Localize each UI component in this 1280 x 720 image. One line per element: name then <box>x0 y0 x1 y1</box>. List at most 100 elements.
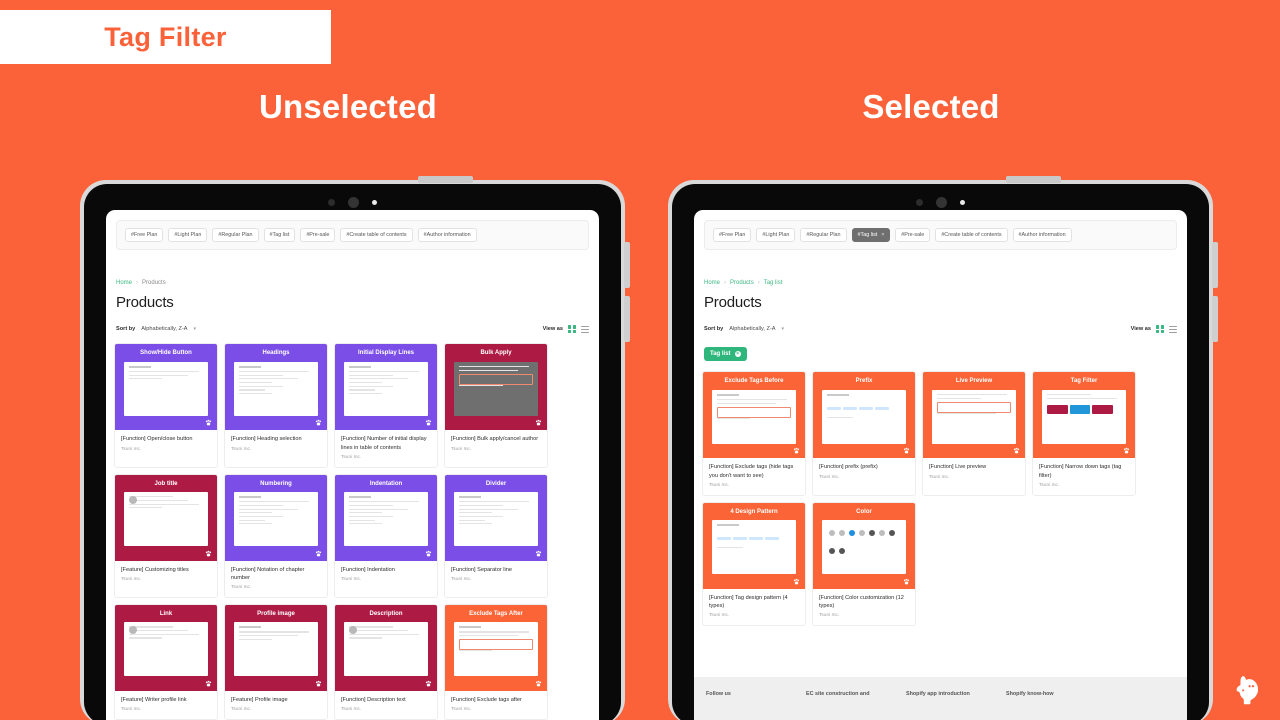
tag-pill[interactable]: #Regular Plan <box>212 228 259 243</box>
product-card[interactable]: Numbering [Function] Notation of chapter … <box>224 473 328 598</box>
tag-pill[interactable]: #Free Plan <box>713 228 752 243</box>
product-name[interactable]: [Function] Description text <box>341 696 431 704</box>
tag-pill[interactable]: #Pre-sale <box>895 228 931 243</box>
product-name[interactable]: [Function] Heading selection <box>231 435 321 443</box>
power-button[interactable] <box>418 176 473 183</box>
tag-pill[interactable]: #Light Plan <box>756 228 796 243</box>
volume-down-button[interactable] <box>624 296 630 342</box>
product-name[interactable]: [Function] Bulk apply/cancel author <box>451 435 541 443</box>
product-card[interactable]: Exclude Tags Before [Function] Exclude ta… <box>702 371 806 496</box>
power-button[interactable] <box>1006 176 1061 183</box>
footer-column-heading[interactable]: Shopify know-how <box>1006 691 1078 720</box>
product-card[interactable]: Live Preview [Function] Live preview Tsuni… <box>922 371 1026 496</box>
product-name[interactable]: [Function] Number of initial display lin… <box>341 435 431 451</box>
product-vendor: Tsuni Inc. <box>819 474 840 480</box>
tag-pill[interactable]: #Tag list <box>263 228 296 243</box>
breadcrumb-item[interactable]: Products <box>730 280 754 286</box>
close-icon[interactable]: × <box>881 232 884 238</box>
product-grid-selected: Exclude Tags Before [Function] Exclude ta… <box>702 371 1179 626</box>
product-thumbnail: Headings <box>225 344 327 431</box>
tag-pill[interactable]: #Light Plan <box>168 228 208 243</box>
product-name[interactable]: [Function] Separator line <box>451 566 541 574</box>
products-page-title: Products <box>704 294 762 312</box>
active-filter-chip-row: Tag list × <box>704 342 1177 362</box>
active-filter-chip-tag-list[interactable]: Tag list × <box>704 347 747 362</box>
product-name[interactable]: [Function] Exclude tags after <box>451 696 541 704</box>
product-card[interactable]: Prefix [Function] prefix (prefix) Tsuni In… <box>812 371 916 496</box>
product-card[interactable]: Show/Hide Button [Function] Open/close bu… <box>114 343 218 468</box>
tag-pill[interactable]: #Regular Plan <box>800 228 847 243</box>
grid-view-icon[interactable] <box>568 325 576 334</box>
tablet-device-selected: #Free Plan #Light Plan #Regular Plan #Tag l… <box>668 176 1218 720</box>
list-view-icon[interactable] <box>581 325 589 333</box>
product-card[interactable]: Headings [Function] Heading selection Tsun… <box>224 343 328 468</box>
product-name[interactable]: [Function] Narrow down tags (tag filter) <box>1039 463 1129 479</box>
sort-by-value[interactable]: Alphabetically, Z-A <box>141 326 187 332</box>
footer-column-heading[interactable]: Shopify app introduction <box>906 691 978 720</box>
product-card[interactable]: Divider [Function] Separator line Tsuni In… <box>444 473 548 598</box>
product-thumbnail-title: Description <box>369 610 403 617</box>
footer-column-heading[interactable]: EC site construction and <box>806 691 878 720</box>
chevron-down-icon[interactable]: ▾ <box>194 326 197 332</box>
product-name[interactable]: [Function] Color customization (12 types… <box>819 594 909 610</box>
products-page-title: Products <box>116 294 174 312</box>
product-card[interactable]: Initial Display Lines [Function] Number o… <box>334 343 438 468</box>
breadcrumb-item[interactable]: Home <box>704 280 720 286</box>
sort-by-value[interactable]: Alphabetically, Z-A <box>729 326 775 332</box>
remove-filter-icon[interactable]: × <box>734 351 741 358</box>
product-card[interactable]: Profile image [Feature] Profile image Tsun… <box>224 603 328 720</box>
product-card[interactable]: Description [Function] Description text Ts… <box>334 603 438 720</box>
product-thumbnail: Color <box>813 502 915 589</box>
product-thumbnail: Bulk Apply <box>445 344 547 431</box>
product-card[interactable]: Exclude Tags After [Function] Exclude tag… <box>444 603 548 720</box>
product-card[interactable]: Bulk Apply [Function] Bulk apply/cancel a… <box>444 343 548 468</box>
footer-column-heading[interactable]: Follow us <box>706 691 778 720</box>
product-card[interactable]: Job title [Feature] Customizing titles Tsu… <box>114 473 218 598</box>
product-name[interactable]: [Feature] Customizing titles <box>121 566 211 574</box>
product-name[interactable]: [Function] Tag design pattern (4 types) <box>709 594 799 610</box>
product-thumbnail-preview <box>344 622 428 677</box>
volume-up-button[interactable] <box>1212 242 1218 288</box>
volume-down-button[interactable] <box>1212 296 1218 342</box>
product-card[interactable]: Link [Feature] Writer profile link Tsuni I… <box>114 603 218 720</box>
chevron-down-icon[interactable]: ▾ <box>782 326 785 332</box>
product-name[interactable]: [Feature] Profile image <box>231 696 321 704</box>
product-vendor: Tsuni Inc. <box>121 706 142 712</box>
product-name[interactable]: [Function] prefix (prefix) <box>819 463 909 471</box>
product-card-body: [Function] Exclude tags (hide tags you d… <box>703 458 805 494</box>
product-thumbnail-preview <box>124 361 208 416</box>
product-card[interactable]: Tag Filter [Function] Narrow down tags (t… <box>1032 371 1136 496</box>
tag-pill-active[interactable]: #Tag list × <box>851 228 891 243</box>
volume-up-button[interactable] <box>624 242 630 288</box>
product-card[interactable]: Indentation [Function] Indentation Tsuni I… <box>334 473 438 598</box>
tag-pill[interactable]: #Create table of contents <box>935 228 1008 243</box>
product-grid-unselected: Show/Hide Button [Function] Open/close bu… <box>114 343 591 720</box>
grid-view-icon[interactable] <box>1156 325 1164 334</box>
product-name[interactable]: [Function] Exclude tags (hide tags you d… <box>709 463 799 479</box>
product-name[interactable]: [Function] Live preview <box>929 463 1019 471</box>
product-name[interactable]: [Function] Indentation <box>341 566 431 574</box>
tag-pill[interactable]: #Free Plan <box>125 228 164 243</box>
product-card[interactable]: Color [Function] Color customization (12 … <box>812 501 916 626</box>
tag-pill[interactable]: #Pre-sale <box>300 228 336 243</box>
product-thumbnail-preview <box>234 622 318 677</box>
paw-icon <box>535 420 542 426</box>
list-view-icon[interactable] <box>1169 325 1177 333</box>
product-thumbnail-title: Tag Filter <box>1070 378 1098 385</box>
product-card[interactable]: 4 Design Pattern [Function] Tag design pa… <box>702 501 806 626</box>
breadcrumb-item[interactable]: Home <box>116 280 132 286</box>
product-card-body: [Feature] Customizing titles Tsuni Inc. <box>115 561 217 589</box>
product-name[interactable]: [Function] Notation of chapter number <box>231 566 321 582</box>
product-name[interactable]: [Feature] Writer profile link <box>121 696 211 704</box>
tag-filter-bar-unselected: #Free Plan #Light Plan #Regular Plan #Tag l… <box>116 220 589 251</box>
product-thumbnail: Show/Hide Button <box>115 344 217 431</box>
tag-pill[interactable]: #Create table of contents <box>340 228 413 243</box>
product-thumbnail-title: Numbering <box>260 480 292 487</box>
tag-pill[interactable]: #Author information <box>417 228 477 243</box>
tag-pill[interactable]: #Author information <box>1012 228 1072 243</box>
product-name[interactable]: [Function] Open/close button <box>121 435 211 443</box>
paw-icon <box>205 550 212 557</box>
product-vendor: Tsuni Inc. <box>231 446 252 452</box>
product-card-body: [Function] Narrow down tags (tag filter)… <box>1033 458 1135 494</box>
sensor-dot-icon <box>372 199 377 205</box>
